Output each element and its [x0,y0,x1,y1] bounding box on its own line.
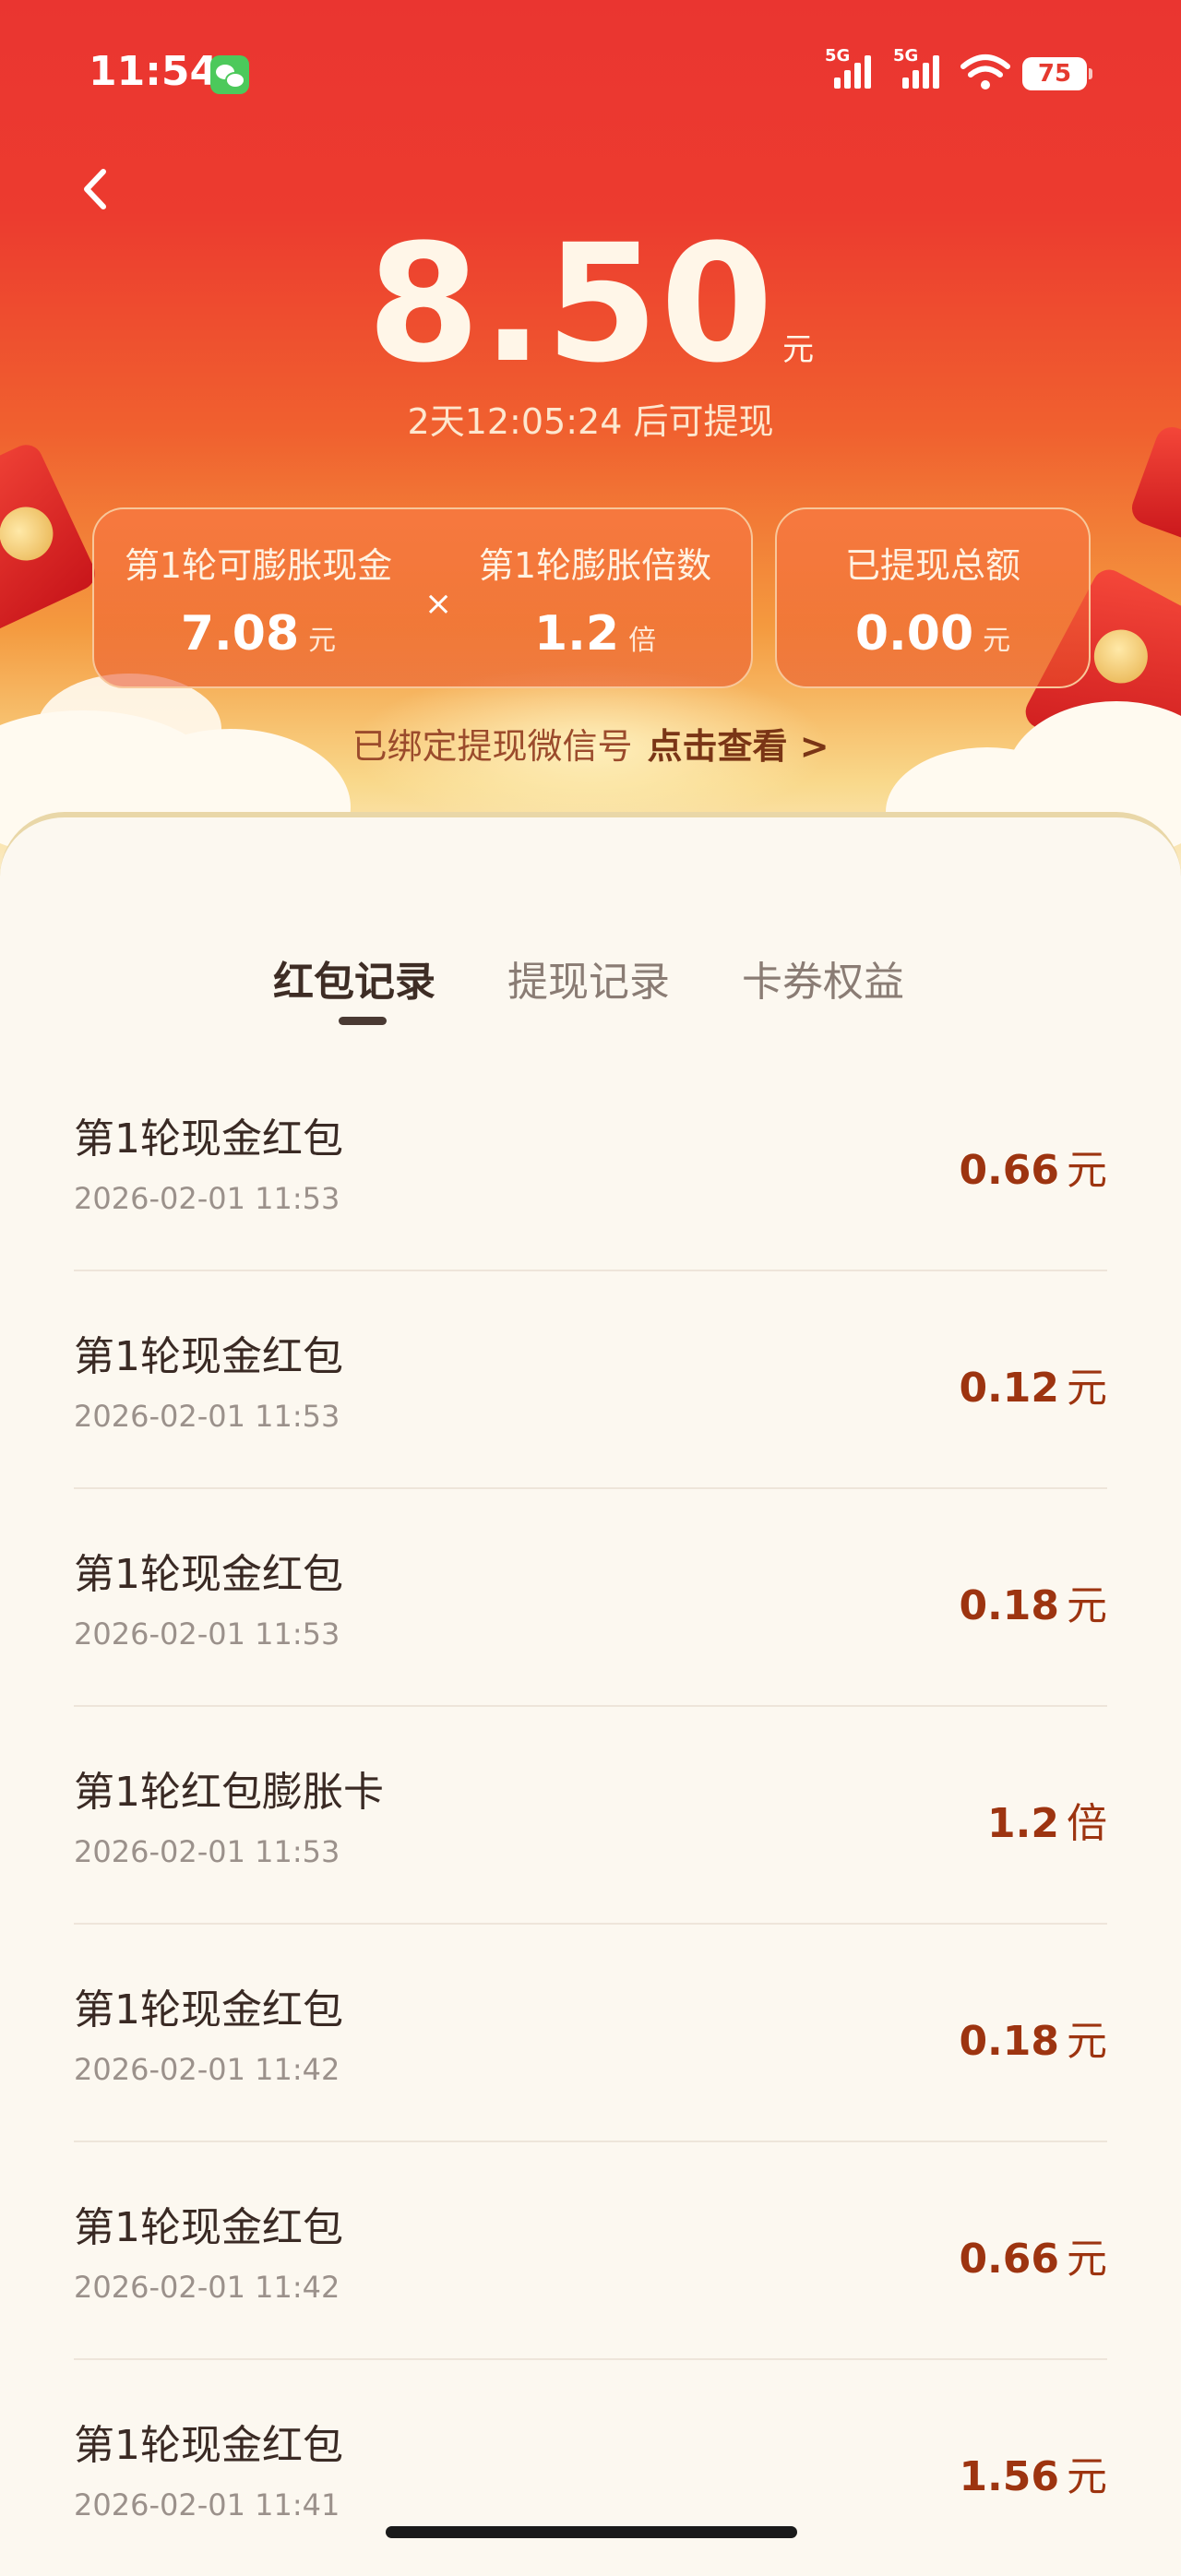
record-amount: 0.12 元 [959,1354,1107,1413]
list-item[interactable]: 第1轮现金红包 2026-02-01 11:42 0.66 元 [74,2142,1107,2360]
balance-unit: 元 [782,331,815,368]
red-packet-decoration-left [0,439,101,640]
record-tabs: 红包记录 提现记录 卡券权益 [0,948,1181,1022]
battery-icon: 75 [1022,57,1092,90]
home-indicator[interactable] [386,2526,797,2538]
record-title: 第1轮现金红包 [74,2422,343,2469]
record-time: 2026-02-01 11:42 [74,2270,340,2305]
record-amount-unit: 元 [1067,2236,1107,2283]
multiplier-value: 1.2 倍 [461,606,729,662]
network-type-label: 5G [825,46,851,66]
status-time: 11:54 [89,48,219,95]
withdrawn-total-label: 已提现总额 [844,545,1020,586]
multiplier-stat: 第1轮膨胀倍数 1.2 倍 [461,537,729,662]
record-amount-unit: 元 [1067,1365,1107,1412]
expandable-cash-label: 第1轮可膨胀现金 [124,545,393,586]
active-tab-indicator [339,1017,387,1025]
balance-display: 8.50 元 [0,221,1181,388]
list-item[interactable]: 第1轮现金红包 2026-02-01 11:53 0.66 元 [74,1054,1107,1271]
tab-red-packet-records[interactable]: 红包记录 [273,948,435,1008]
tab-coupon-benefits[interactable]: 卡券权益 [742,948,904,1008]
record-title: 第1轮现金红包 [74,1115,343,1163]
expandable-cash-card: 第1轮可膨胀现金 7.08 元 × 第1轮膨胀倍数 1.2 倍 [92,507,753,688]
record-title: 第1轮现金红包 [74,2204,343,2251]
record-amount-value: 0.66 [959,1147,1059,1194]
record-amount: 0.18 元 [959,1572,1107,1631]
list-item[interactable]: 第1轮现金红包 2026-02-01 11:53 0.18 元 [74,1489,1107,1707]
withdraw-countdown: 2天12:05:24 后可提现 [407,401,774,442]
record-time: 2026-02-01 11:53 [74,1616,340,1652]
record-amount: 0.18 元 [959,2008,1107,2067]
multiplier-unit: 倍 [628,625,657,657]
network-type-label: 5G [893,46,919,66]
record-amount: 1.2 倍 [987,1790,1107,1849]
record-amount-unit: 元 [1067,1582,1107,1629]
record-time: 2026-02-01 11:53 [74,1181,340,1216]
withdrawn-total-unit: 元 [983,625,1011,657]
record-time: 2026-02-01 11:42 [74,2052,340,2087]
record-title: 第1轮现金红包 [74,1333,343,1380]
record-title: 第1轮现金红包 [74,1986,343,2033]
expandable-cash-stat: 第1轮可膨胀现金 7.08 元 [120,537,397,662]
record-title: 第1轮红包膨胀卡 [74,1769,384,1816]
record-amount-value: 0.12 [959,1365,1059,1412]
record-amount-unit: 元 [1067,2018,1107,2065]
withdrawn-total-value: 0.00 元 [777,606,1089,662]
record-time: 2026-02-01 11:53 [74,1399,340,1434]
record-amount: 1.56 元 [959,2443,1107,2502]
withdrawn-total-number: 0.00 [854,606,974,662]
multiplier-number: 1.2 [533,606,620,662]
record-amount: 0.66 元 [959,1137,1107,1196]
multiplier-label: 第1轮膨胀倍数 [478,545,712,586]
record-time: 2026-02-01 11:53 [74,1834,340,1869]
withdrawn-total-card: 已提现总额 0.00 元 [775,507,1091,688]
list-item[interactable]: 第1轮现金红包 2026-02-01 11:41 1.56 元 [74,2360,1107,2576]
wechat-icon [210,55,249,94]
cellular-signal-icon: 5G [825,46,871,89]
record-amount-unit: 元 [1067,2453,1107,2500]
record-amount: 0.66 元 [959,2225,1107,2284]
balance-amount: 8.50 [366,209,776,399]
list-item[interactable]: 第1轮现金红包 2026-02-01 11:53 0.12 元 [74,1271,1107,1489]
record-amount-value: 0.18 [959,1582,1059,1629]
record-amount-value: 1.2 [987,1800,1059,1847]
record-list: 第1轮现金红包 2026-02-01 11:53 0.66 元 第1轮现金红包 2… [74,1054,1107,2576]
cellular-signal-icon: 5G [893,46,939,89]
withdrawn-total-stat: 已提现总额 0.00 元 [777,537,1089,662]
list-item[interactable]: 第1轮红包膨胀卡 2026-02-01 11:53 1.2 倍 [74,1707,1107,1925]
expandable-cash-number: 7.08 [180,606,300,662]
multiply-icon: × [424,585,453,623]
record-amount-unit: 元 [1067,1147,1107,1194]
expandable-cash-value: 7.08 元 [120,606,397,662]
view-wechat-link[interactable]: 点击查看 > [647,726,829,767]
record-amount-value: 1.56 [959,2453,1059,2500]
record-amount-value: 0.66 [959,2236,1059,2283]
record-amount-unit: 倍 [1067,1800,1107,1847]
chevron-left-icon[interactable] [78,166,114,212]
record-title: 第1轮现金红包 [74,1551,343,1598]
wechat-bind-notice: 已绑定提现微信号 点击查看 > [0,718,1181,769]
wifi-icon [960,54,1010,89]
expandable-cash-unit: 元 [308,625,337,657]
record-time: 2026-02-01 11:41 [74,2487,340,2522]
tab-withdraw-records[interactable]: 提现记录 [507,948,670,1008]
content-frame-curve [0,812,1181,877]
wechat-bind-text: 已绑定提现微信号 [352,726,633,767]
record-amount-value: 0.18 [959,2018,1059,2065]
list-item[interactable]: 第1轮现金红包 2026-02-01 11:42 0.18 元 [74,1925,1107,2142]
